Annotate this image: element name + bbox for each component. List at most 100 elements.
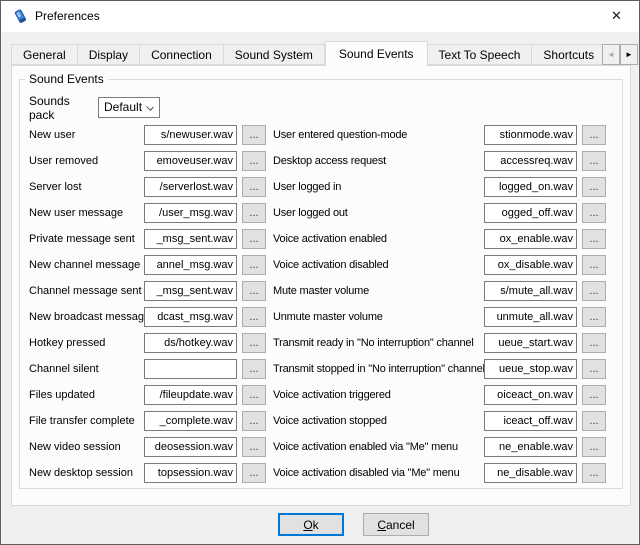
sound-file-input[interactable] xyxy=(144,151,237,171)
sound-file-input[interactable] xyxy=(144,177,237,197)
sound-event-row: File transfer complete ... xyxy=(29,408,269,434)
sound-event-row: Voice activation enabled via "Me" menu .… xyxy=(273,434,613,460)
sound-event-row: Channel message sent ... xyxy=(29,278,269,304)
sound-file-input[interactable] xyxy=(484,177,577,197)
sound-event-label: User removed xyxy=(29,155,144,167)
browse-button[interactable]: ... xyxy=(582,281,606,301)
sound-file-input[interactable] xyxy=(484,281,577,301)
browse-button[interactable]: ... xyxy=(242,203,266,223)
sound-event-label: Voice activation enabled xyxy=(273,233,484,245)
sound-event-label: Transmit stopped in "No interruption" ch… xyxy=(273,363,484,375)
browse-button[interactable]: ... xyxy=(582,177,606,197)
browse-button[interactable]: ... xyxy=(582,333,606,353)
sound-event-label: New user xyxy=(29,129,144,141)
sound-file-input[interactable] xyxy=(144,411,237,431)
sound-event-label: Channel silent xyxy=(29,363,144,375)
tab-display[interactable]: Display xyxy=(78,44,140,65)
sound-file-input[interactable] xyxy=(484,307,577,327)
sound-event-row: Server lost ... xyxy=(29,174,269,200)
close-button[interactable]: ✕ xyxy=(594,1,639,31)
cancel-button[interactable]: Cancel xyxy=(363,513,429,536)
sound-event-row: Channel silent ... xyxy=(29,356,269,382)
browse-button[interactable]: ... xyxy=(582,359,606,379)
browse-button[interactable]: ... xyxy=(242,359,266,379)
tab-shortcuts[interactable]: Shortcuts xyxy=(532,44,602,65)
sound-event-label: Voice activation enabled via "Me" menu xyxy=(273,441,484,453)
window-title: Preferences xyxy=(35,1,100,31)
tab-scroll-left-icon[interactable]: ◄ xyxy=(602,44,620,65)
ok-button[interactable]: Ok xyxy=(278,513,344,536)
sound-file-input[interactable] xyxy=(144,437,237,457)
sound-file-input[interactable] xyxy=(144,333,237,353)
sound-file-input[interactable] xyxy=(484,151,577,171)
tab-sound-events[interactable]: Sound Events xyxy=(325,41,428,66)
sound-event-label: User entered question-mode xyxy=(273,129,484,141)
sound-event-label: Desktop access request xyxy=(273,155,484,167)
browse-button[interactable]: ... xyxy=(582,255,606,275)
sound-event-row: Voice activation disabled via "Me" menu … xyxy=(273,460,613,486)
browse-button[interactable]: ... xyxy=(242,177,266,197)
tab-text-to-speech[interactable]: Text To Speech xyxy=(428,44,533,65)
sound-file-input[interactable] xyxy=(484,229,577,249)
sound-file-input[interactable] xyxy=(144,463,237,483)
browse-button[interactable]: ... xyxy=(242,385,266,405)
sound-event-row: User removed ... xyxy=(29,148,269,174)
sound-file-input[interactable] xyxy=(484,437,577,457)
sound-file-input[interactable] xyxy=(484,333,577,353)
sound-file-input[interactable] xyxy=(144,385,237,405)
sound-event-label: Server lost xyxy=(29,181,144,193)
sound-file-input[interactable] xyxy=(484,385,577,405)
browse-button[interactable]: ... xyxy=(582,437,606,457)
sound-file-input[interactable] xyxy=(484,203,577,223)
browse-button[interactable]: ... xyxy=(242,437,266,457)
browse-button[interactable]: ... xyxy=(242,151,266,171)
sound-event-row: Mute master volume ... xyxy=(273,278,613,304)
sound-file-input[interactable] xyxy=(484,125,577,145)
sound-event-row: Private message sent ... xyxy=(29,226,269,252)
titlebar: Preferences ✕ xyxy=(1,1,639,32)
browse-button[interactable]: ... xyxy=(582,463,606,483)
browse-button[interactable]: ... xyxy=(582,151,606,171)
tab-sound-system[interactable]: Sound System xyxy=(224,44,325,65)
sound-event-row: Hotkey pressed ... xyxy=(29,330,269,356)
browse-button[interactable]: ... xyxy=(582,411,606,431)
browse-button[interactable]: ... xyxy=(582,307,606,327)
sound-event-row: New user ... xyxy=(29,122,269,148)
sound-event-row: Unmute master volume ... xyxy=(273,304,613,330)
sound-event-label: New desktop session xyxy=(29,467,144,479)
browse-button[interactable]: ... xyxy=(582,385,606,405)
sound-file-input[interactable] xyxy=(144,229,237,249)
sound-file-input[interactable] xyxy=(484,359,577,379)
browse-button[interactable]: ... xyxy=(582,125,606,145)
sound-event-label: Unmute master volume xyxy=(273,311,484,323)
sound-file-input[interactable] xyxy=(144,203,237,223)
browse-button[interactable]: ... xyxy=(242,125,266,145)
sound-event-label: User logged in xyxy=(273,181,484,193)
browse-button[interactable]: ... xyxy=(242,281,266,301)
tab-general[interactable]: General xyxy=(11,44,78,65)
sound-events-column-right: User entered question-mode ... Desktop a… xyxy=(273,122,613,486)
tab-scroll-right-icon[interactable]: ► xyxy=(620,44,638,65)
browse-button[interactable]: ... xyxy=(582,229,606,249)
browse-button[interactable]: ... xyxy=(242,411,266,431)
browse-button[interactable]: ... xyxy=(242,229,266,249)
sound-file-input[interactable] xyxy=(144,281,237,301)
tab-connection[interactable]: Connection xyxy=(140,44,224,65)
sounds-pack-select[interactable]: Default xyxy=(98,97,160,118)
sound-file-input[interactable] xyxy=(484,255,577,275)
sound-event-row: New broadcast message ... xyxy=(29,304,269,330)
sound-file-input[interactable] xyxy=(484,463,577,483)
browse-button[interactable]: ... xyxy=(242,307,266,327)
sound-file-input[interactable] xyxy=(144,359,237,379)
sound-file-input[interactable] xyxy=(144,255,237,275)
sound-file-input[interactable] xyxy=(484,411,577,431)
sound-file-input[interactable] xyxy=(144,125,237,145)
sound-event-label: Files updated xyxy=(29,389,144,401)
browse-button[interactable]: ... xyxy=(242,255,266,275)
browse-button[interactable]: ... xyxy=(242,333,266,353)
sound-file-input[interactable] xyxy=(144,307,237,327)
browse-button[interactable]: ... xyxy=(582,203,606,223)
browse-button[interactable]: ... xyxy=(242,463,266,483)
sound-event-row: New desktop session ... xyxy=(29,460,269,486)
sound-event-label: New broadcast message xyxy=(29,311,144,323)
